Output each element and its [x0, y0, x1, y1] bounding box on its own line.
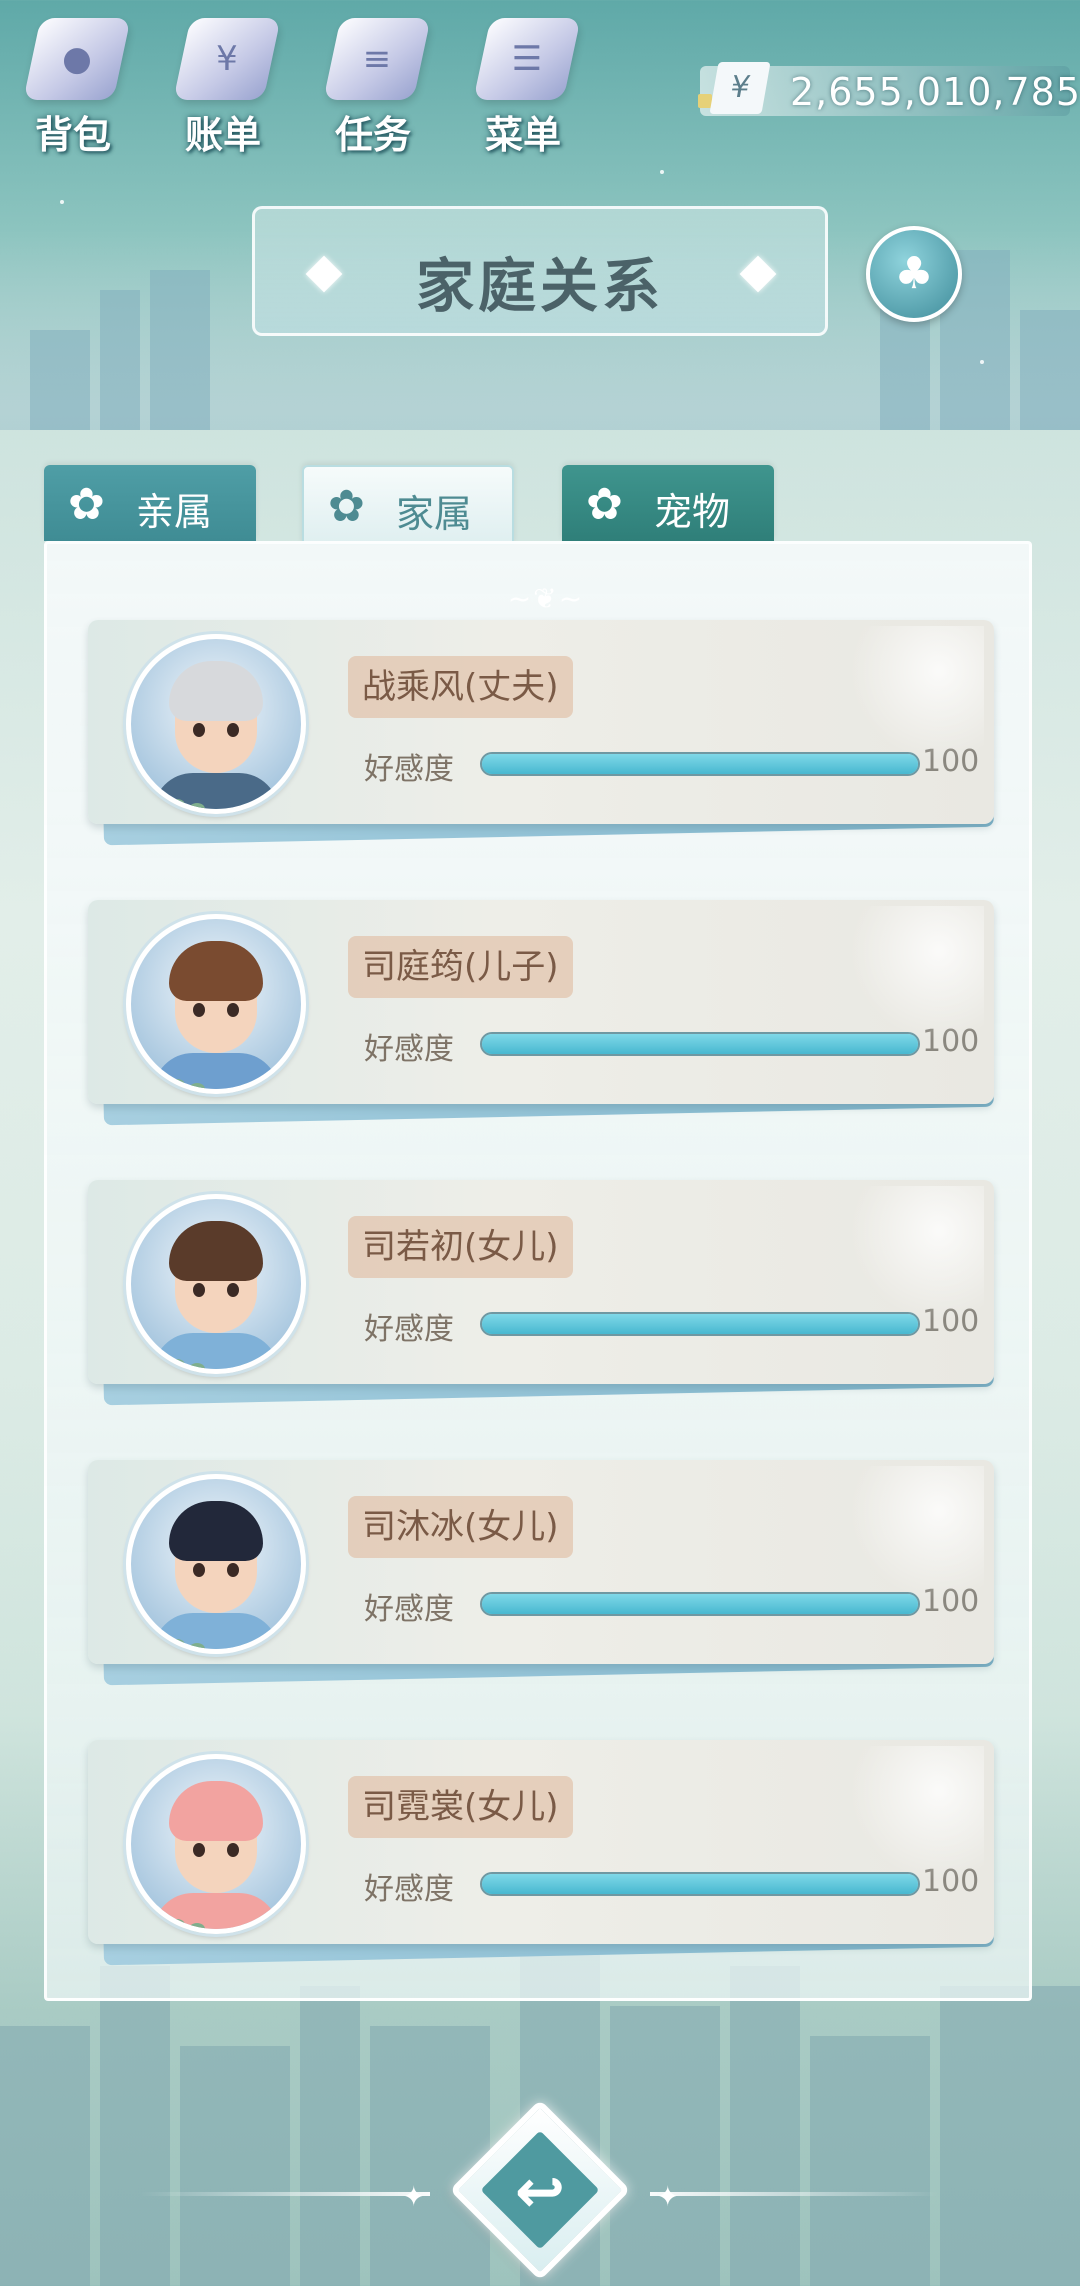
nav-backpack-label: 背包 — [34, 113, 111, 157]
nav-bill-button[interactable]: ¥ 账单 — [158, 12, 288, 157]
yuan-icon: ¥ — [709, 62, 771, 114]
favor-bar — [480, 1592, 920, 1616]
page-title-box: 家庭关系 — [252, 206, 828, 336]
leaf-wreath-icon — [145, 785, 295, 809]
tab-relatives[interactable]: ✿ 亲属 — [44, 465, 256, 541]
flower-icon: ✿ — [586, 479, 623, 530]
divider-line — [140, 2192, 430, 2196]
top-nav-bar: ● 背包 ¥ 账单 ≡ 任务 ☰ 菜单 ¥ 2,655,010,785 — [0, 0, 1080, 160]
card-body: 司沐冰(女儿) 好感度 100 — [88, 1460, 994, 1664]
favor-value: 100 — [922, 1024, 980, 1059]
sparkle — [60, 200, 64, 204]
leaf-wreath-icon — [145, 1905, 295, 1929]
favor-bar — [480, 1872, 920, 1896]
sakura-icon: ✿ — [68, 479, 105, 530]
back-arrow-icon: ↩ — [514, 2157, 566, 2227]
favor-bar-fill — [482, 1594, 918, 1614]
nav-menu-label: 菜单 — [484, 113, 561, 157]
flower-icon: ✿ — [328, 481, 365, 532]
sparkle — [660, 170, 664, 174]
task-icon: ≡ — [323, 18, 431, 100]
member-name: 司沐冰(女儿) — [348, 1496, 573, 1558]
page-title: 家庭关系 — [415, 252, 664, 320]
favor-label: 好感度 — [364, 752, 454, 787]
ornament-icon: ~❦~ — [507, 582, 585, 615]
avatar[interactable] — [126, 1474, 306, 1654]
favor-label: 好感度 — [364, 1872, 454, 1907]
tab-pets[interactable]: ✿ 宠物 — [562, 465, 774, 541]
favor-bar — [480, 1032, 920, 1056]
favor-value: 100 — [922, 1584, 980, 1619]
card-body: 司若初(女儿) 好感度 100 — [88, 1180, 994, 1384]
currency-amount: 2,655,010,785 — [790, 70, 1080, 114]
avatar[interactable] — [126, 1194, 306, 1374]
sparkle — [980, 360, 984, 364]
leaf-wreath-icon — [145, 1345, 295, 1369]
card-body: 司庭筠(儿子) 好感度 100 — [88, 900, 994, 1104]
backpack-icon: ● — [23, 18, 131, 100]
member-name: 司若初(女儿) — [348, 1216, 573, 1278]
sparkle-icon: ✦ — [656, 2180, 680, 2213]
favor-bar-fill — [482, 1034, 918, 1054]
avatar[interactable] — [126, 634, 306, 814]
nav-task-button[interactable]: ≡ 任务 — [308, 12, 438, 157]
member-card[interactable]: 司若初(女儿) 好感度 100 — [88, 1180, 994, 1406]
member-card[interactable]: 司霓裳(女儿) 好感度 100 — [88, 1740, 994, 1966]
favor-label: 好感度 — [364, 1592, 454, 1627]
avatar[interactable] — [126, 1754, 306, 1934]
nav-bill-label: 账单 — [184, 113, 261, 157]
member-card[interactable]: 司庭筠(儿子) 好感度 100 — [88, 900, 994, 1126]
card-body: 战乘风(丈夫) 好感度 100 — [88, 620, 994, 824]
favor-value: 100 — [922, 744, 980, 779]
leaf-wreath-icon — [145, 1625, 295, 1649]
nav-menu-button[interactable]: ☰ 菜单 — [458, 12, 588, 157]
favor-value: 100 — [922, 1864, 980, 1899]
bill-icon: ¥ — [173, 18, 281, 100]
tab-family-label: 家属 — [396, 492, 473, 536]
tree-icon: ♣ — [894, 248, 934, 299]
member-name: 司庭筠(儿子) — [348, 936, 573, 998]
sparkle-icon: ✦ — [402, 2180, 426, 2213]
tab-relatives-label: 亲属 — [136, 490, 213, 534]
nav-task-label: 任务 — [334, 113, 411, 157]
favor-value: 100 — [922, 1304, 980, 1339]
tab-pets-label: 宠物 — [654, 490, 731, 534]
favor-bar-fill — [482, 754, 918, 774]
favor-bar — [480, 752, 920, 776]
favor-bar-fill — [482, 1314, 918, 1334]
card-body: 司霓裳(女儿) 好感度 100 — [88, 1740, 994, 1944]
member-name: 司霓裳(女儿) — [348, 1776, 573, 1838]
nav-backpack-button[interactable]: ● 背包 — [8, 12, 138, 157]
member-name: 战乘风(丈夫) — [348, 656, 573, 718]
leaf-wreath-icon — [145, 1065, 295, 1089]
family-tree-button[interactable]: ♣ — [866, 226, 962, 322]
member-card[interactable]: 司沐冰(女儿) 好感度 100 — [88, 1460, 994, 1686]
tab-family[interactable]: ✿ 家属 — [302, 465, 514, 545]
menu-icon: ☰ — [473, 18, 581, 100]
currency-display: ¥ 2,655,010,785 — [698, 62, 1080, 116]
divider-line — [650, 2192, 940, 2196]
favor-label: 好感度 — [364, 1032, 454, 1067]
avatar[interactable] — [126, 914, 306, 1094]
favor-bar-fill — [482, 1874, 918, 1894]
favor-label: 好感度 — [364, 1312, 454, 1347]
member-card[interactable]: 战乘风(丈夫) 好感度 100 — [88, 620, 994, 846]
favor-bar — [480, 1312, 920, 1336]
